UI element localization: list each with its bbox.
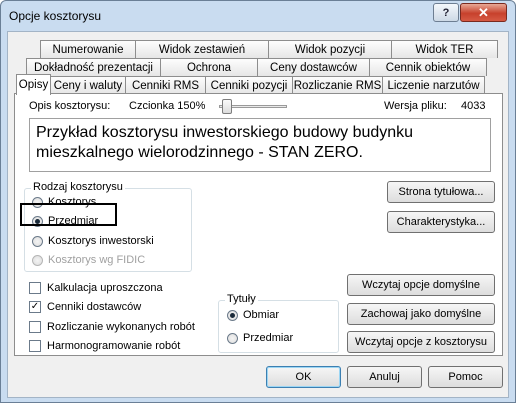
radio-kosztorys-fidic: Kosztorys wg FIDIC xyxy=(32,254,145,266)
tab-widok-zestawien[interactable]: Widok zestawień xyxy=(135,40,269,58)
font-size-label: Czcionka 150% xyxy=(129,100,206,112)
checkbox-harmonogramowanie-robot[interactable]: Harmonogramowanie robót xyxy=(29,340,180,352)
tab-row-2: Dokładność prezentacji Ochrona Ceny dost… xyxy=(26,58,487,76)
tab-liczenie-narzutow[interactable]: Liczenie narzutów xyxy=(382,76,485,94)
radio-obmiar[interactable]: Obmiar xyxy=(227,309,279,321)
close-button[interactable]: ✕ xyxy=(460,3,507,22)
wczytaj-opcje-z-kosztorysu-button[interactable]: Wczytaj opcje z kosztorysu xyxy=(347,331,495,353)
window-title: Opcje kosztorysu xyxy=(9,9,102,23)
help-button[interactable]: ? xyxy=(433,3,459,22)
checkbox-box xyxy=(29,321,41,333)
strona-tytulowa-button[interactable]: Strona tytułowa... xyxy=(387,181,495,203)
tab-row-1: Numerowanie Widok zestawień Widok pozycj… xyxy=(40,40,498,58)
tytuly-group: Tytuły xyxy=(218,293,339,353)
charakterystyka-button[interactable]: Charakterystyka... xyxy=(387,211,495,233)
radio-kosztorys-inwestorski[interactable]: Kosztorys inwestorski xyxy=(32,235,154,247)
tab-ceny-dostawcow[interactable]: Ceny dostawców xyxy=(257,58,370,76)
selection-highlight-frame xyxy=(20,203,117,226)
tab-cennik-obiektow[interactable]: Cennik obiektów xyxy=(369,58,487,76)
tab-widok-ter[interactable]: Widok TER xyxy=(391,40,498,58)
tab-numerowanie[interactable]: Numerowanie xyxy=(40,40,136,58)
checkbox-label: Cenniki dostawców xyxy=(47,301,142,313)
dialog-window: Opcje kosztorysu ? ✕ Numerowanie Widok z… xyxy=(0,0,516,403)
opis-label: Opis kosztorysu: xyxy=(29,100,111,112)
version-label: Wersja pliku: xyxy=(384,100,447,112)
rodzaj-kosztorysu-title: Rodzaj kosztorysu xyxy=(31,181,125,193)
checkbox-kalkulacja-uproszczona[interactable]: Kalkulacja uproszczona xyxy=(29,282,163,294)
tab-cenniki-rms[interactable]: Cenniki RMS xyxy=(125,76,206,94)
checkbox-box xyxy=(29,282,41,294)
checkbox-label: Kalkulacja uproszczona xyxy=(47,282,163,294)
tab-row-3: Opisy Ceny i waluty Cenniki RMS Cenniki … xyxy=(16,74,485,95)
tab-cenniki-pozycji[interactable]: Cenniki pozycji xyxy=(205,76,293,94)
tab-ceny-i-waluty[interactable]: Ceny i waluty xyxy=(50,76,126,94)
radio-tytuly-przedmiar[interactable]: Przedmiar xyxy=(227,332,293,344)
wczytaj-opcje-domyslne-button[interactable]: Wczytaj opcje domyślne xyxy=(347,274,495,296)
checkbox-label: Harmonogramowanie robót xyxy=(47,340,181,352)
anuluj-button[interactable]: Anuluj xyxy=(347,366,422,388)
radio-button-icon xyxy=(32,235,43,247)
tab-opisy[interactable]: Opisy xyxy=(16,74,51,95)
checkbox-box: ✓ xyxy=(29,301,41,313)
tab-rozliczanie-rms[interactable]: Rozliczanie RMS xyxy=(292,76,383,94)
radio-button-icon xyxy=(32,254,43,266)
radio-label: Kosztorys wg FIDIC xyxy=(48,254,146,266)
checkbox-cenniki-dostawcow[interactable]: ✓ Cenniki dostawców xyxy=(29,301,141,313)
radio-label: Przedmiar xyxy=(243,332,294,344)
ok-button[interactable]: OK xyxy=(266,366,341,388)
radio-label: Obmiar xyxy=(243,309,280,321)
zachowaj-jako-domyslne-button[interactable]: Zachowaj jako domyślne xyxy=(347,303,495,325)
description-textarea[interactable]: Przykład kosztorysu inwestorskiego budow… xyxy=(29,118,491,172)
checkbox-box xyxy=(29,340,41,352)
version-value: 4033 xyxy=(461,100,486,112)
checkbox-rozliczanie-robot[interactable]: Rozliczanie wykonanych robót xyxy=(29,321,195,333)
checkbox-label: Rozliczanie wykonanych robót xyxy=(47,321,195,333)
tytuly-title: Tytuły xyxy=(225,293,258,305)
radio-button-icon xyxy=(227,309,238,321)
title-bar[interactable]: Opcje kosztorysu ? ✕ xyxy=(1,1,515,31)
font-size-slider-thumb[interactable] xyxy=(222,99,232,114)
radio-button-icon xyxy=(227,332,238,344)
radio-label: Kosztorys inwestorski xyxy=(48,235,154,247)
tab-ochrona[interactable]: Ochrona xyxy=(160,58,258,76)
pomoc-button[interactable]: Pomoc xyxy=(428,366,503,388)
tab-widok-pozycji[interactable]: Widok pozycji xyxy=(268,40,392,58)
